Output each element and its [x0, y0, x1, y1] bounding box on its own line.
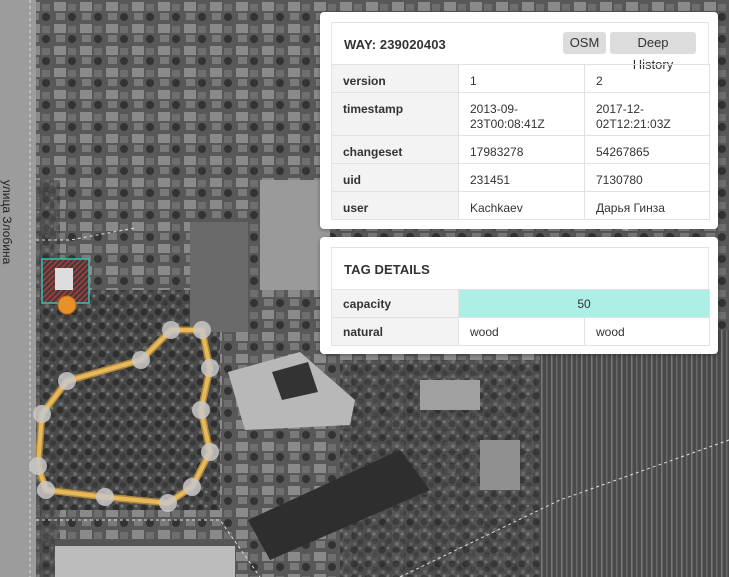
- way-vertex[interactable]: [201, 359, 219, 377]
- table-row: timestamp 2013-09-23T00:08:41Z 2017-12-0…: [331, 92, 710, 136]
- table-row: changeset 17983278 54267865: [331, 135, 710, 164]
- row-value-v2: 7130780: [584, 163, 710, 192]
- way-vertex[interactable]: [96, 488, 114, 506]
- way-vertex[interactable]: [201, 443, 219, 461]
- tag-value-merged: 50: [457, 289, 711, 318]
- row-value-v2: 2017-12-02T12:21:03Z: [584, 92, 710, 136]
- row-value-v1: 231451: [458, 163, 585, 192]
- way-vertex[interactable]: [192, 401, 210, 419]
- way-vertex[interactable]: [162, 321, 180, 339]
- way-vertex[interactable]: [183, 478, 201, 496]
- way-vertex[interactable]: [29, 457, 47, 475]
- row-key: changeset: [331, 135, 459, 164]
- tag-key: natural: [331, 317, 459, 346]
- way-vertex[interactable]: [33, 405, 51, 423]
- way-vertex[interactable]: [193, 321, 211, 339]
- row-value-v1: Kachkaev: [458, 191, 585, 220]
- table-row: natural wood wood: [331, 317, 711, 346]
- building-small: [420, 380, 480, 410]
- tag-panel-header: TAG DETAILS: [331, 247, 709, 289]
- tag-key: capacity: [331, 289, 459, 318]
- way-vertex[interactable]: [132, 351, 150, 369]
- row-value-v1: 1: [458, 64, 585, 93]
- tag-details-table: capacity 50 natural wood wood: [331, 289, 711, 346]
- row-value-v1: 2013-09-23T00:08:41Z: [458, 92, 585, 136]
- row-value-v2: Дарья Гинза: [584, 191, 710, 220]
- street-road: [0, 0, 36, 577]
- table-row: user Kachkaev Дарья Гинза: [331, 191, 710, 220]
- tag-value-v1: wood: [458, 317, 585, 346]
- street-label: улица Злобина: [0, 180, 14, 265]
- railway-tracks: [540, 330, 729, 577]
- table-row: uid 231451 7130780: [331, 163, 710, 192]
- building-shed: [480, 440, 520, 490]
- row-key: uid: [331, 163, 459, 192]
- table-row: version 1 2: [331, 64, 710, 93]
- way-history-table: version 1 2 timestamp 2013-09-23T00:08:4…: [331, 64, 710, 220]
- building-long: [190, 222, 248, 332]
- table-row: capacity 50: [331, 289, 711, 318]
- tag-details-title: TAG DETAILS: [344, 262, 430, 277]
- row-value-v2: 54267865: [584, 135, 710, 164]
- way-vertex[interactable]: [58, 372, 76, 390]
- building-bottom-edge: [55, 540, 235, 546]
- row-key: timestamp: [331, 92, 459, 136]
- row-value-v1: 17983278: [458, 135, 585, 164]
- way-title: WAY: 239020403: [344, 37, 446, 52]
- row-key: version: [331, 64, 459, 93]
- node-marker[interactable]: [57, 295, 77, 315]
- way-vertex[interactable]: [37, 481, 55, 499]
- tag-value-v2: wood: [583, 317, 711, 346]
- way-vertex[interactable]: [159, 494, 177, 512]
- deep-history-button[interactable]: Deep History: [610, 32, 696, 72]
- row-value-v2: 2: [584, 64, 710, 93]
- way-panel-header: WAY: 239020403 OSM Deep History: [331, 22, 709, 72]
- way-history-panel: WAY: 239020403 OSM Deep History version …: [320, 12, 718, 229]
- tag-details-panel: TAG DETAILS capacity 50 natural wood woo…: [320, 237, 718, 354]
- row-key: user: [331, 191, 459, 220]
- osm-button[interactable]: OSM: [563, 32, 606, 54]
